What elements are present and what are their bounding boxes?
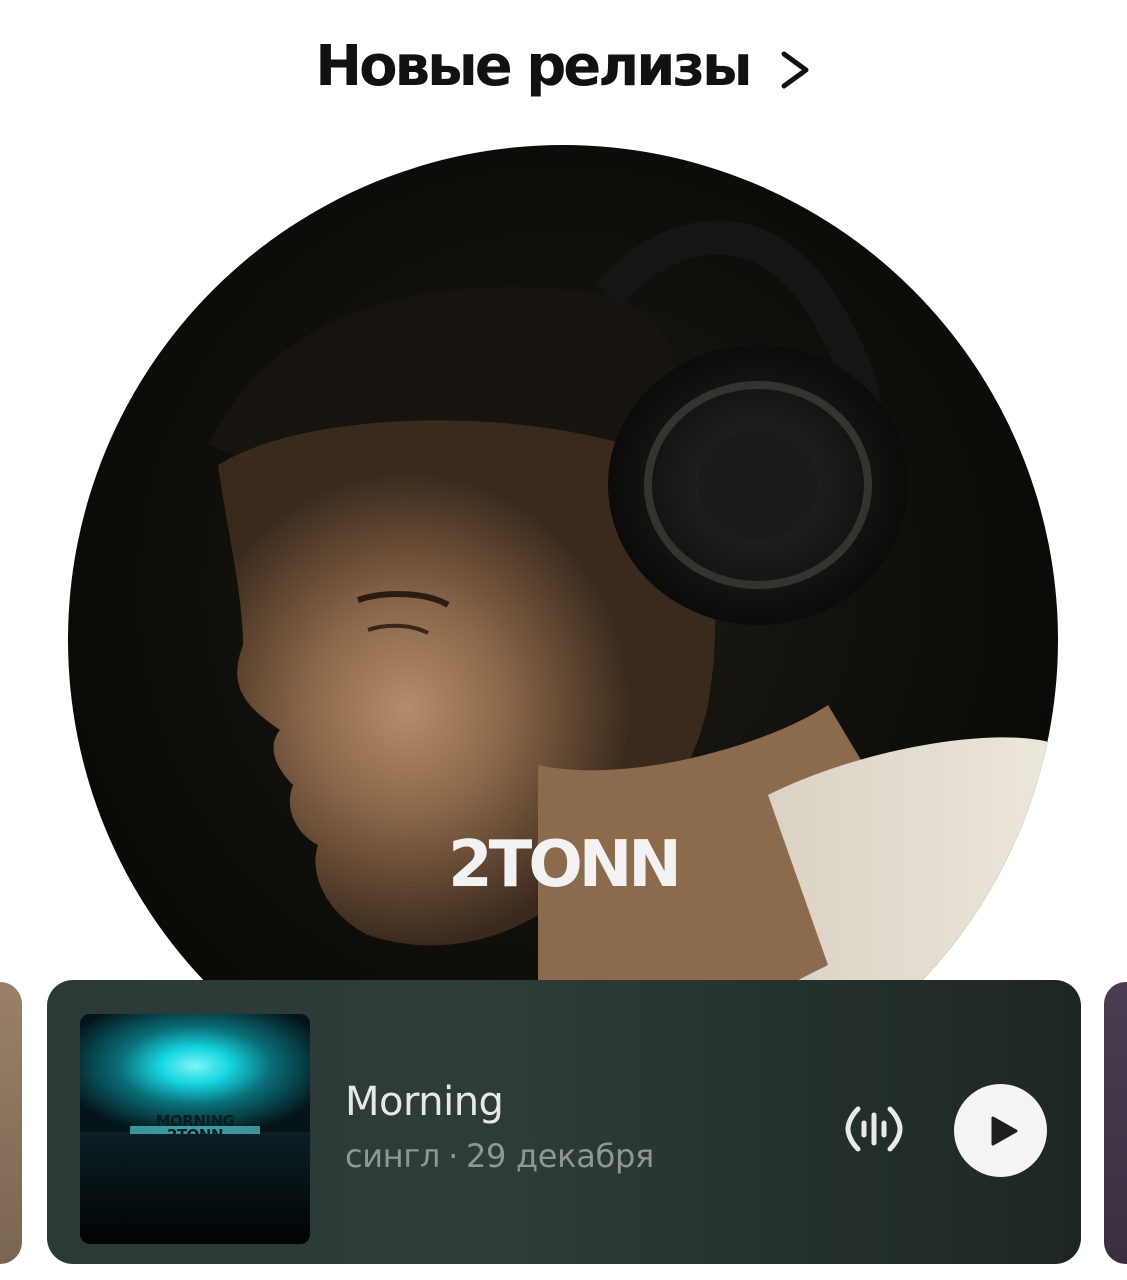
- next-release-card[interactable]: [1104, 982, 1127, 1264]
- meta-separator: ·: [448, 1137, 458, 1175]
- release-cover[interactable]: MORNING 2TONN: [80, 1014, 310, 1244]
- new-releases-screen: Новые релизы 2TONN MORNING 2TONN Morning…: [0, 0, 1127, 1280]
- vibe-button[interactable]: [837, 1092, 911, 1166]
- play-icon: [991, 1116, 1017, 1145]
- soundwave-icon: [845, 1106, 903, 1152]
- section-header[interactable]: Новые релизы: [0, 22, 1127, 112]
- release-meta: сингл · 29 декабря: [345, 1137, 654, 1175]
- artist-name: 2TONN: [448, 828, 682, 902]
- release-date: 29 декабря: [465, 1137, 654, 1175]
- prev-release-card[interactable]: [0, 982, 22, 1264]
- chevron-right-icon[interactable]: [778, 46, 812, 94]
- section-title: Новые релизы: [315, 34, 752, 99]
- release-card[interactable]: MORNING 2TONN Morning сингл · 29 декабря: [47, 980, 1081, 1264]
- release-type: сингл: [345, 1137, 441, 1175]
- cover-text-artist: 2TONN: [166, 1126, 224, 1144]
- release-title[interactable]: Morning: [345, 1080, 504, 1124]
- play-button[interactable]: [954, 1084, 1047, 1177]
